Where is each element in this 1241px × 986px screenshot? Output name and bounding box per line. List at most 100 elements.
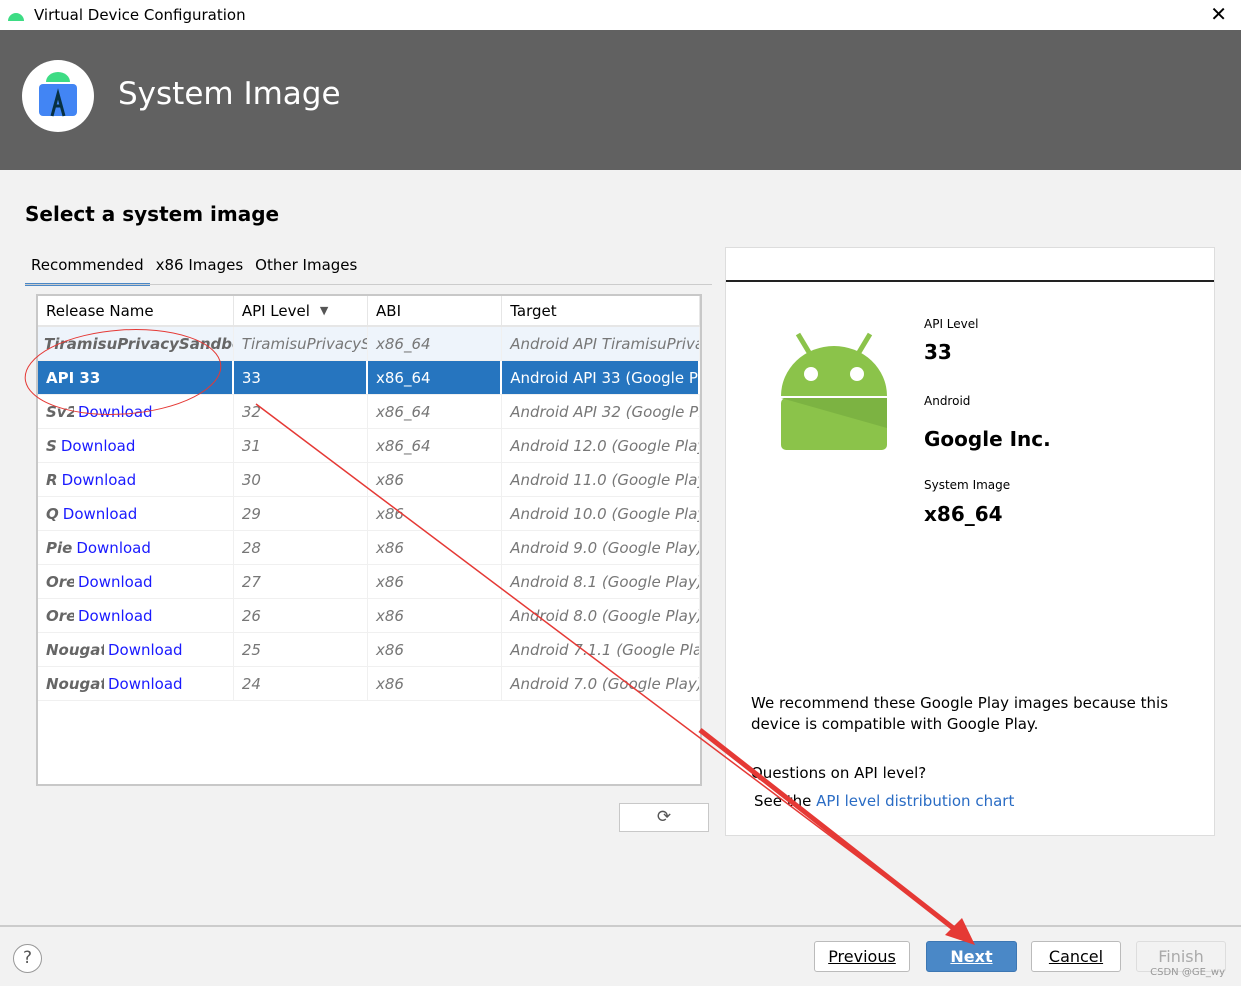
previous-label: Previous [828,947,896,966]
table-row[interactable]: Sv2 Download 32 x86_64 Android API 32 (Googl… [38,395,700,429]
abi: x86 [368,497,503,530]
help-button[interactable]: ? [13,944,42,973]
table-row[interactable]: Nougat Download 24 x86 Android 7.0 (Google P… [38,667,700,701]
table-row[interactable]: TiramisuPrivacySandboxTiramisuPrivacySan… [38,327,700,361]
column-abi[interactable]: ABI [368,296,503,325]
release-name: Nougat Download [38,633,234,666]
release-name: Sv2 Download [38,395,234,428]
table-row[interactable]: API 33 33x86_64Android API 33 (Google Pla… [38,361,700,395]
recommendation-text: We recommend these Google Play images be… [751,694,1169,733]
release-name-text: S [46,436,57,455]
table-row[interactable]: Nougat Download 25 x86 Android 7.1.1 (Google… [38,633,700,667]
release-name-text: Oreo [46,572,74,591]
system-image-label: System Image [924,478,1011,492]
api-level: 33 [234,361,369,394]
target: Android 9.0 (Google Play) [502,531,700,564]
api-level: 31 [234,429,369,462]
download-link[interactable]: Download [78,573,153,591]
abi: x86_64 [368,361,503,394]
see-text: See the API level distribution chart [754,792,1014,810]
vendor-value: Google Inc. [924,427,1051,451]
abi: x86 [368,531,503,564]
release-name: API 33 [38,361,234,394]
download-link[interactable]: Download [108,675,183,693]
column-release-name[interactable]: Release Name [38,296,234,325]
android-studio-logo [22,60,94,132]
release-name-text: Sv2 [46,402,74,421]
footer: ? Previous Next Cancel Finish CSDN @GE_w… [0,925,1241,986]
release-name: Nougat Download [38,667,234,700]
target: Android 8.1 (Google Play) [502,565,700,598]
release-name-text: Oreo [46,606,74,625]
divider [726,280,1214,282]
release-name: OreoDownload [38,565,234,598]
next-button[interactable]: Next [926,941,1017,972]
api-level: 28 [234,531,369,564]
api-level: 27 [234,565,369,598]
android-icon [8,13,24,21]
release-name: TiramisuPrivacySandbox [38,327,234,360]
cancel-label: Cancel [1048,947,1104,966]
column-label: API Level [241,301,310,320]
table-row[interactable]: Q Download 29 x86 Android 10.0 (Google Play) [38,497,700,531]
target: Android API 32 (Google Play) [502,395,700,428]
tab-bar: Recommended x86 Images Other Images [25,250,363,286]
system-image-table: Release Name API Level ▼ ABI Target Tiram… [36,294,702,786]
tab-other-images[interactable]: Other Images [249,250,363,286]
cancel-button[interactable]: Cancel [1031,941,1121,972]
table-row[interactable]: OreoDownload26x86Android 8.0 (Google Pla… [38,599,700,633]
release-name-text: R [46,470,58,489]
header-banner: System Image [0,30,1241,170]
column-api-level[interactable]: API Level ▼ [234,296,369,325]
download-link[interactable]: Download [78,607,153,625]
download-link[interactable]: Download [63,505,138,523]
release-name: Q Download [38,497,234,530]
section-title: Select a system image [25,202,280,226]
table-row[interactable]: R Download 30 x86 Android 11.0 (Google Play) [38,463,700,497]
banner-title: System Image [118,76,341,112]
refresh-icon: ⟳ [656,807,672,827]
target: Android API 33 (Google Play) [502,361,700,394]
watermark: CSDN @GE_wy [1150,967,1225,978]
abi: x86 [368,633,503,666]
target: Android 12.0 (Google Play) [502,429,700,462]
api-level: 25 [234,633,369,666]
api-level: 24 [234,667,369,700]
release-name-text: TiramisuPrivacySandbox [44,334,234,353]
api-distribution-link[interactable]: API level distribution chart [816,792,1014,810]
download-link[interactable]: Download [61,437,136,455]
release-name: R Download [38,463,234,496]
system-image-value: x86_64 [924,502,1003,526]
api-level: 26 [234,599,369,632]
release-name-text: Q [46,504,59,523]
api-level: 32 [234,395,369,428]
target: Android 8.0 (Google Play) [502,599,700,632]
api-level: 30 [234,463,369,496]
api-level: TiramisuPrivacySandbox [234,327,368,360]
column-target[interactable]: Target [502,296,700,325]
table-row[interactable]: S Download 31 x86_64 Android 12.0 (Google Pl… [38,429,700,463]
release-name-text: Nougat [46,674,104,693]
tab-x86-images[interactable]: x86 Images [150,250,250,286]
download-link[interactable]: Download [62,471,137,489]
refresh-button[interactable]: ⟳ [619,803,709,832]
target: Android 7.1.1 (Google Play) [502,633,700,666]
download-link[interactable]: Download [76,539,151,557]
download-link[interactable]: Download [108,641,183,659]
close-icon[interactable]: ✕ [1210,2,1227,26]
release-name: Pie Download [38,531,234,564]
see-label: See the [754,792,817,810]
previous-button[interactable]: Previous [814,941,910,972]
abi: x86_64 [368,429,503,462]
api-question: Questions on API level? [751,764,927,782]
target: Android API TiramisuPrivacySandbox [502,327,700,360]
abi: x86 [368,463,503,496]
title-bar: Virtual Device Configuration ✕ [0,0,1241,30]
tab-recommended[interactable]: Recommended [25,250,150,286]
table-row[interactable]: OreoDownload27x86Android 8.1 (Google Pla… [38,565,700,599]
download-link[interactable]: Download [78,403,153,421]
release-name-text: Pie [46,538,73,557]
target: Android 7.0 (Google Play) [502,667,700,700]
table-row[interactable]: Pie Download 28 x86 Android 9.0 (Google Play… [38,531,700,565]
abi: x86_64 [368,395,503,428]
